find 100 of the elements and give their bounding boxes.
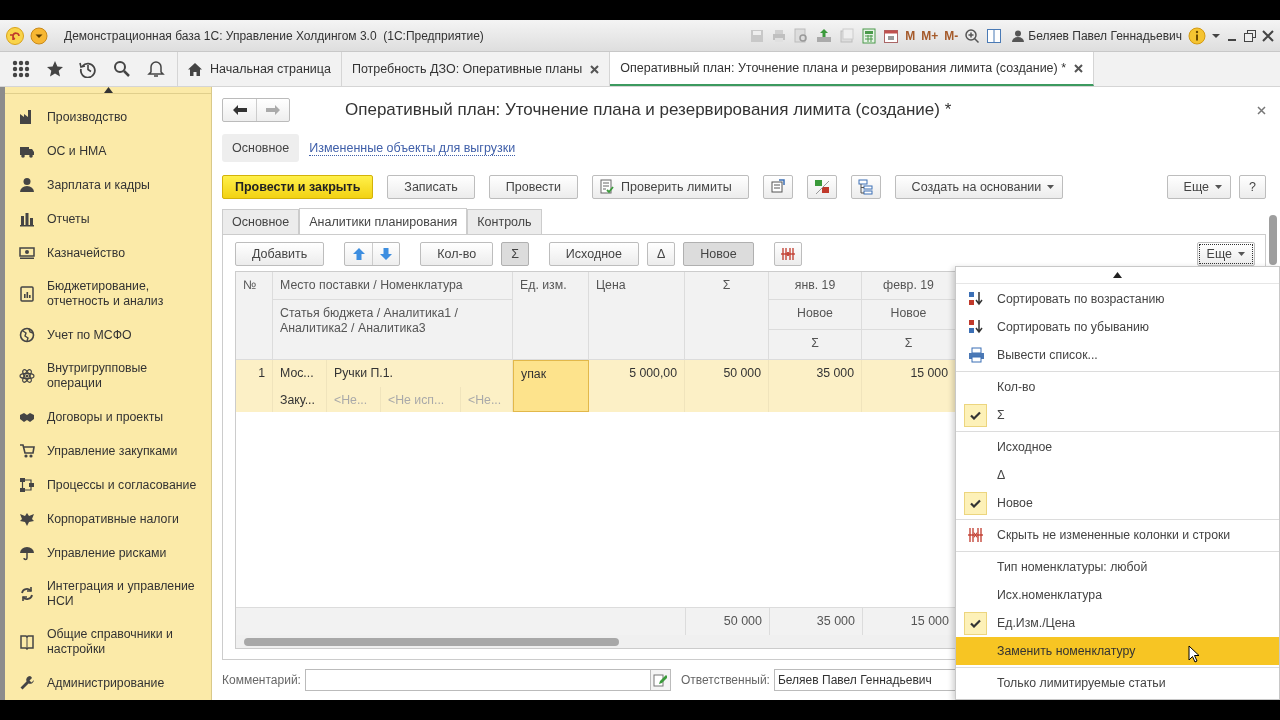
- command-button[interactable]: Провести: [488, 175, 579, 199]
- column-header[interactable]: янв. 19: [769, 272, 862, 300]
- sidebar-item[interactable]: Внутригрупповые операции: [5, 352, 211, 400]
- scrollbar-thumb[interactable]: [1269, 215, 1277, 265]
- toggle-button[interactable]: Новое: [683, 242, 754, 266]
- column-header[interactable]: Статья бюджета / Аналитика1 / Аналитика2 / Аналитика3: [273, 300, 513, 360]
- dropdown-button[interactable]: Еще: [1166, 175, 1232, 199]
- sidebar-item[interactable]: Общие справочники и настройки: [5, 618, 211, 666]
- sidebar-item[interactable]: Бюджетирование, отчетность и анализ: [5, 270, 211, 318]
- sidebar-item[interactable]: Корпоративные налоги: [5, 502, 211, 536]
- column-header[interactable]: Σ: [685, 272, 769, 360]
- more-button[interactable]: Еще: [1196, 242, 1255, 266]
- memo-button[interactable]: [762, 175, 793, 199]
- menu-item[interactable]: Новое: [956, 489, 1279, 517]
- sidebar-item[interactable]: ОС и НМА: [5, 134, 211, 168]
- dropdown-icon[interactable]: [30, 26, 48, 45]
- upload-icon[interactable]: [815, 27, 834, 44]
- menu-item[interactable]: Ед.Изм./Цена: [956, 609, 1279, 637]
- menu-item[interactable]: Сортировать по возрастанию: [956, 285, 1279, 313]
- menu-item[interactable]: Сортировать по убыванию: [956, 313, 1279, 341]
- toggle-button[interactable]: Исходное: [548, 242, 639, 266]
- form-tab[interactable]: Основное: [222, 209, 300, 234]
- menu-item[interactable]: Исходное: [956, 433, 1279, 461]
- sidebar-item[interactable]: Зарплата и кадры: [5, 168, 211, 202]
- command-button[interactable]: Проверить лимиты: [592, 175, 749, 199]
- structure-button[interactable]: [850, 175, 881, 199]
- scrollbar-thumb[interactable]: [244, 637, 619, 646]
- close-icon[interactable]: [1262, 29, 1274, 42]
- menu-icon[interactable]: [11, 60, 30, 78]
- column-header[interactable]: Новое: [769, 300, 862, 330]
- zoom-in-icon[interactable]: [964, 27, 981, 44]
- sidebar-item[interactable]: Администрирование: [5, 666, 211, 700]
- menu-item[interactable]: Исх.номенклатура: [956, 581, 1279, 609]
- close-icon[interactable]: [1257, 105, 1266, 115]
- memory-button[interactable]: M-: [944, 28, 959, 43]
- sidebar-item[interactable]: Интеграция и управление НСИ: [5, 570, 211, 618]
- sidebar-item[interactable]: Отчеты: [5, 202, 211, 236]
- form-tab[interactable]: Аналитики планирования: [299, 208, 468, 235]
- toggle-button[interactable]: Кол-во: [420, 242, 494, 266]
- page-tab[interactable]: Начальная страница: [178, 52, 342, 86]
- column-header[interactable]: Σ: [769, 330, 862, 360]
- toggle-button[interactable]: Σ: [501, 242, 529, 266]
- star-icon[interactable]: [45, 60, 64, 78]
- ledger-button[interactable]: [806, 175, 837, 199]
- user-name[interactable]: Беляев Павел Геннадьевич: [1028, 28, 1182, 43]
- hide-unchanged-button[interactable]: [773, 242, 802, 266]
- field-label: Ответственный:: [680, 673, 770, 687]
- sidebar-item[interactable]: Процессы и согласование: [5, 468, 211, 502]
- checkbox[interactable]: [964, 491, 987, 515]
- sidebar-item[interactable]: Учет по МСФО: [5, 318, 211, 352]
- command-button[interactable]: ?: [1239, 175, 1266, 199]
- back-arrow-icon: [232, 105, 247, 115]
- menu-item[interactable]: Σ: [956, 401, 1279, 429]
- sidebar-item[interactable]: Казначейство: [5, 236, 211, 270]
- menu-item[interactable]: Кол-во: [956, 373, 1279, 401]
- column-header[interactable]: Ед. изм.: [513, 272, 589, 360]
- post-and-close-button[interactable]: Провести и закрыть: [222, 175, 374, 199]
- sidebar-item[interactable]: Договоры и проекты: [5, 400, 211, 434]
- section-link[interactable]: Измененные объекты для выгрузки: [309, 140, 516, 156]
- close-icon[interactable]: [1074, 63, 1084, 73]
- calendar-icon[interactable]: [883, 27, 900, 44]
- scroll-up-icon[interactable]: [1113, 272, 1122, 278]
- menu-item[interactable]: Δ: [956, 461, 1279, 489]
- sidebar-item[interactable]: Производство: [5, 100, 211, 134]
- column-header[interactable]: Σ: [862, 330, 956, 360]
- panel-icon[interactable]: [986, 27, 1003, 44]
- menu-item[interactable]: Вывести список...: [956, 341, 1279, 369]
- column-header[interactable]: Новое: [862, 300, 956, 330]
- sidebar-item[interactable]: Управление закупками: [5, 434, 211, 468]
- section-tab[interactable]: Основное: [222, 134, 300, 162]
- sidebar-item[interactable]: Управление рисками: [5, 536, 211, 570]
- toggle-button[interactable]: Δ: [647, 242, 676, 266]
- preview-icon[interactable]: [793, 27, 810, 44]
- memory-button[interactable]: M+: [921, 28, 939, 43]
- column-header[interactable]: Цена: [589, 272, 685, 360]
- memory-button[interactable]: M: [905, 28, 916, 43]
- command-button[interactable]: Записать: [387, 175, 475, 199]
- column-header[interactable]: Место поставки / Номенклатура: [273, 272, 513, 300]
- menu-item[interactable]: Скрыть не измененные колонки и строки: [956, 521, 1279, 549]
- add-button[interactable]: Добавить: [235, 242, 325, 266]
- checkbox[interactable]: [964, 403, 987, 427]
- column-header[interactable]: февр. 19: [862, 272, 956, 300]
- calculator-icon[interactable]: [861, 27, 878, 44]
- checkbox[interactable]: [964, 611, 987, 635]
- page-tab[interactable]: Оперативный план: Уточнение плана и резервирования лимита (создание) *: [610, 52, 1095, 86]
- info-icon[interactable]: [1188, 26, 1206, 45]
- form-tab[interactable]: Контроль: [467, 209, 542, 234]
- table-cell[interactable]: упак: [513, 360, 589, 412]
- restore-icon[interactable]: [1244, 29, 1256, 42]
- search-icon[interactable]: [113, 60, 132, 78]
- bell-icon[interactable]: [147, 60, 166, 78]
- caret-icon[interactable]: [1212, 32, 1220, 39]
- edit-button[interactable]: [650, 669, 671, 691]
- dropdown-button[interactable]: Создать на основании: [894, 175, 1064, 199]
- menu-item[interactable]: Тип номенклатуры: любой: [956, 553, 1279, 581]
- history-icon[interactable]: [79, 60, 98, 78]
- close-icon[interactable]: [590, 64, 600, 74]
- menu-item[interactable]: Заменить номенклатуру: [956, 637, 1279, 665]
- column-header[interactable]: №: [236, 272, 273, 360]
- comment-field[interactable]: [304, 669, 651, 691]
